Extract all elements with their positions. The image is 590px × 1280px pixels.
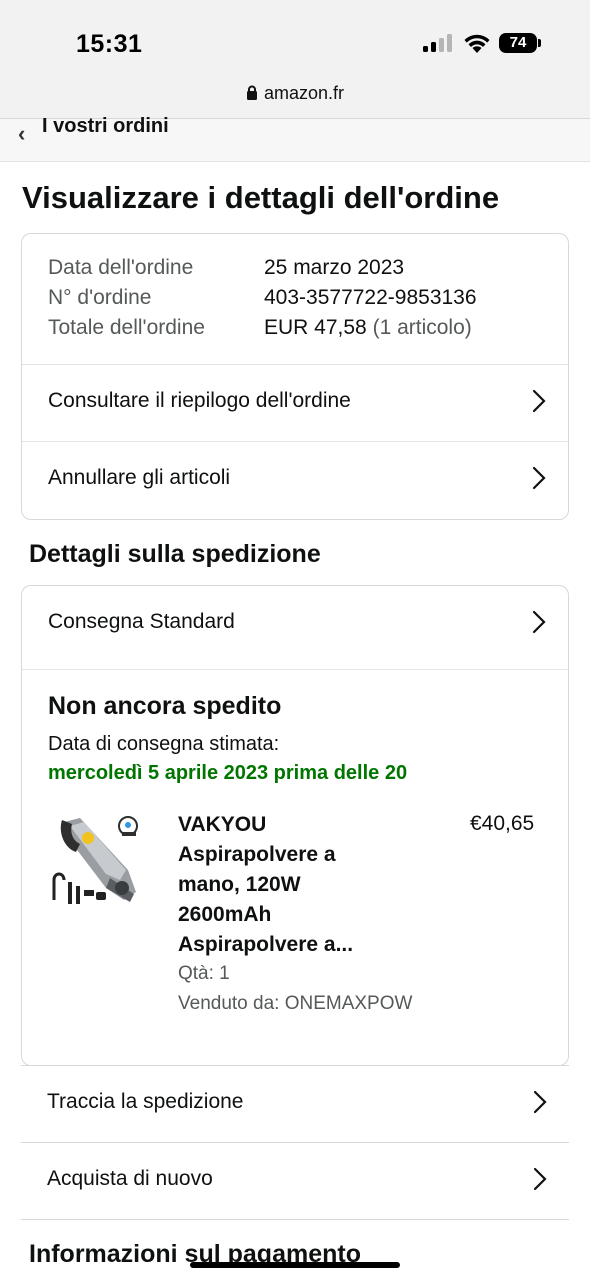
product-title-line: 2600mAh (178, 903, 272, 926)
product-quantity: Qtà: 1 (178, 963, 230, 984)
back-to-orders-bar[interactable]: ‹ I vostri ordini (0, 115, 590, 162)
cellular-signal-icon (423, 34, 453, 52)
product-title-line: Aspirapolvere a (178, 843, 336, 866)
product-price: €40,65 (470, 812, 535, 835)
status-bar: 15:31 74 amazon.fr (0, 0, 590, 118)
track-shipment-label: Traccia la spedizione (47, 1090, 244, 1113)
estimated-delivery-label: Data di consegna stimata: (48, 733, 280, 755)
order-date-label: Data dell'ordine (48, 256, 194, 279)
home-indicator[interactable] (190, 1262, 400, 1268)
address-bar[interactable]: amazon.fr (0, 83, 590, 104)
shipment-section-title: Dettagli sulla spedizione (29, 540, 321, 568)
delivery-method-label: Consegna Standard (48, 610, 235, 633)
product-seller: Venduto da: ONEMAXPOW (178, 993, 413, 1014)
divider (22, 669, 568, 670)
order-total-value: EUR 47,58 (1 articolo) (264, 316, 472, 340)
buy-again-link[interactable]: Acquista di nuovo (21, 1142, 569, 1220)
order-number-value: 403-3577722-9853136 (264, 286, 477, 309)
product-title-link[interactable]: VAKYOU Aspirapolvere a mano, 120W 2600mA… (178, 810, 418, 960)
order-total-label: Totale dell'ordine (48, 316, 205, 339)
cancel-items-label: Annullare gli articoli (48, 466, 231, 489)
order-total-amount: EUR 47,58 (264, 316, 367, 339)
chevron-right-icon (532, 610, 546, 634)
delivery-method-link[interactable]: Consegna Standard (22, 586, 568, 662)
order-summary-link[interactable]: Consultare il riepilogo dell'ordine (22, 365, 568, 441)
chevron-right-icon (532, 389, 546, 413)
shipment-status: Non ancora spedito (48, 692, 282, 720)
track-shipment-link[interactable]: Traccia la spedizione (21, 1065, 569, 1142)
order-number-label: N° d'ordine (48, 286, 152, 309)
order-date-value: 25 marzo 2023 (264, 256, 405, 279)
product-image[interactable] (50, 808, 150, 918)
estimated-delivery-date: mercoledì 5 aprile 2023 prima delle 20 (48, 762, 408, 784)
wifi-icon (464, 34, 490, 53)
url-text: amazon.fr (263, 83, 345, 103)
page-title: Visualizzare i dettagli dell'ordine (22, 180, 500, 215)
battery-icon: 74 (499, 33, 537, 53)
product-title-line: mano, 120W (178, 873, 301, 896)
order-summary-label: Consultare il riepilogo dell'ordine (48, 389, 351, 412)
chevron-left-icon: ‹ (18, 121, 26, 146)
cancel-items-link[interactable]: Annullare gli articoli (22, 442, 568, 518)
buy-again-label: Acquista di nuovo (47, 1167, 213, 1190)
lock-icon (246, 85, 257, 100)
product-title-line: Aspirapolvere a... (178, 933, 354, 956)
product-title-line: VAKYOU (178, 813, 267, 836)
chevron-right-icon (533, 1090, 547, 1114)
back-to-orders-link[interactable]: I vostri ordini (42, 115, 169, 138)
shipment-card: Consegna Standard Non ancora spedito Dat… (21, 585, 569, 1066)
status-time: 15:31 (76, 30, 143, 58)
battery-cap (538, 39, 541, 47)
order-total-items: (1 articolo) (372, 316, 472, 339)
order-info-card: Data dell'ordine 25 marzo 2023 N° d'ordi… (21, 233, 569, 520)
chevron-right-icon (533, 1167, 547, 1191)
chevron-right-icon (532, 466, 546, 490)
